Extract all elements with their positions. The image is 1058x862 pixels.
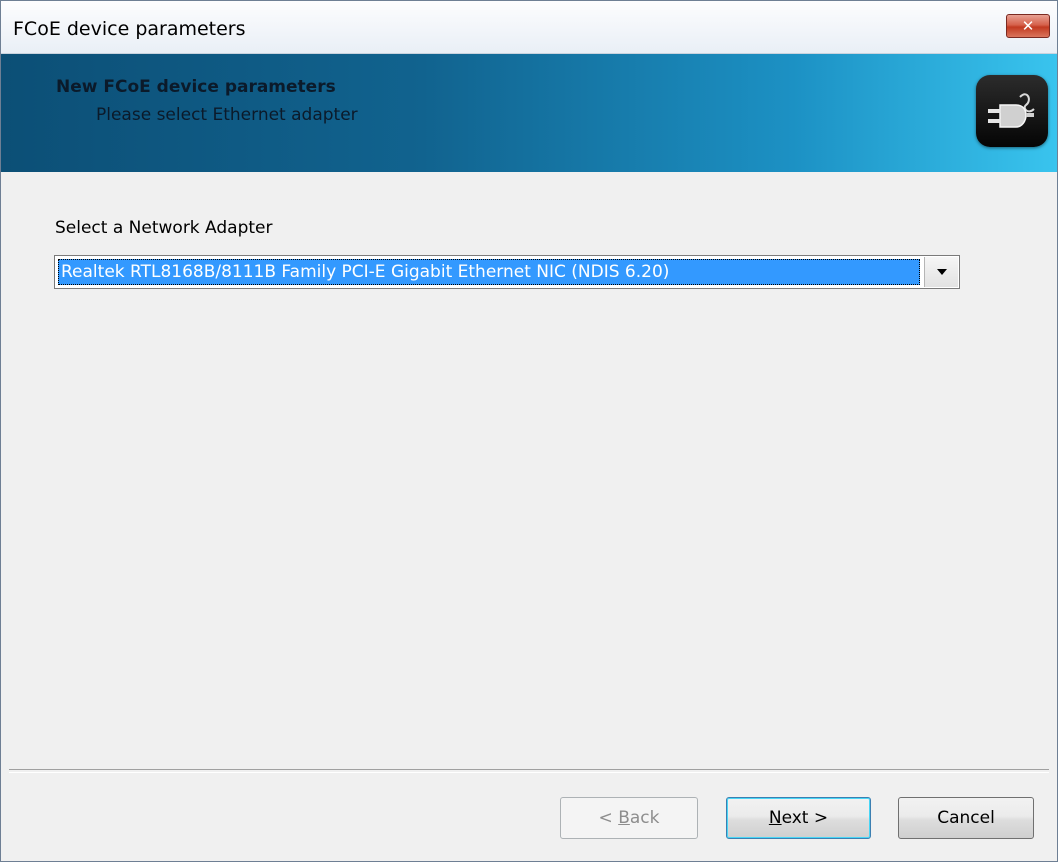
close-button[interactable]: ✕ xyxy=(1006,14,1050,38)
dropdown-button[interactable] xyxy=(924,257,958,287)
back-button-rest: ack xyxy=(629,808,660,828)
dialog-window: FCoE device parameters ✕ New FCoE device… xyxy=(0,0,1058,862)
wizard-content: Select a Network Adapter Realtek RTL8168… xyxy=(1,172,1057,768)
window-title: FCoE device parameters xyxy=(13,18,246,40)
back-button-prefix: < xyxy=(598,808,619,828)
header-subtitle: Please select Ethernet adapter xyxy=(96,105,358,125)
cancel-button[interactable]: Cancel xyxy=(898,797,1034,839)
chevron-down-icon xyxy=(936,269,947,275)
title-bar[interactable]: FCoE device parameters ✕ xyxy=(1,1,1057,54)
header-title: New FCoE device parameters xyxy=(56,77,336,97)
close-icon: ✕ xyxy=(1021,17,1035,35)
adapter-label: Select a Network Adapter xyxy=(55,218,273,238)
cancel-button-label: Cancel xyxy=(937,808,995,828)
network-plug-icon xyxy=(976,75,1048,147)
wizard-header: New FCoE device parameters Please select… xyxy=(1,54,1057,172)
next-button[interactable]: Next > xyxy=(726,797,871,839)
back-button[interactable]: < Back xyxy=(560,797,698,839)
adapter-selected-value[interactable]: Realtek RTL8168B/8111B Family PCI-E Giga… xyxy=(58,259,920,285)
back-button-mnemonic: B xyxy=(618,808,630,828)
footer-separator xyxy=(9,769,1049,773)
network-adapter-select[interactable]: Realtek RTL8168B/8111B Family PCI-E Giga… xyxy=(54,255,960,289)
next-button-mnemonic: N xyxy=(768,808,782,828)
next-button-rest: ext > xyxy=(781,808,829,828)
